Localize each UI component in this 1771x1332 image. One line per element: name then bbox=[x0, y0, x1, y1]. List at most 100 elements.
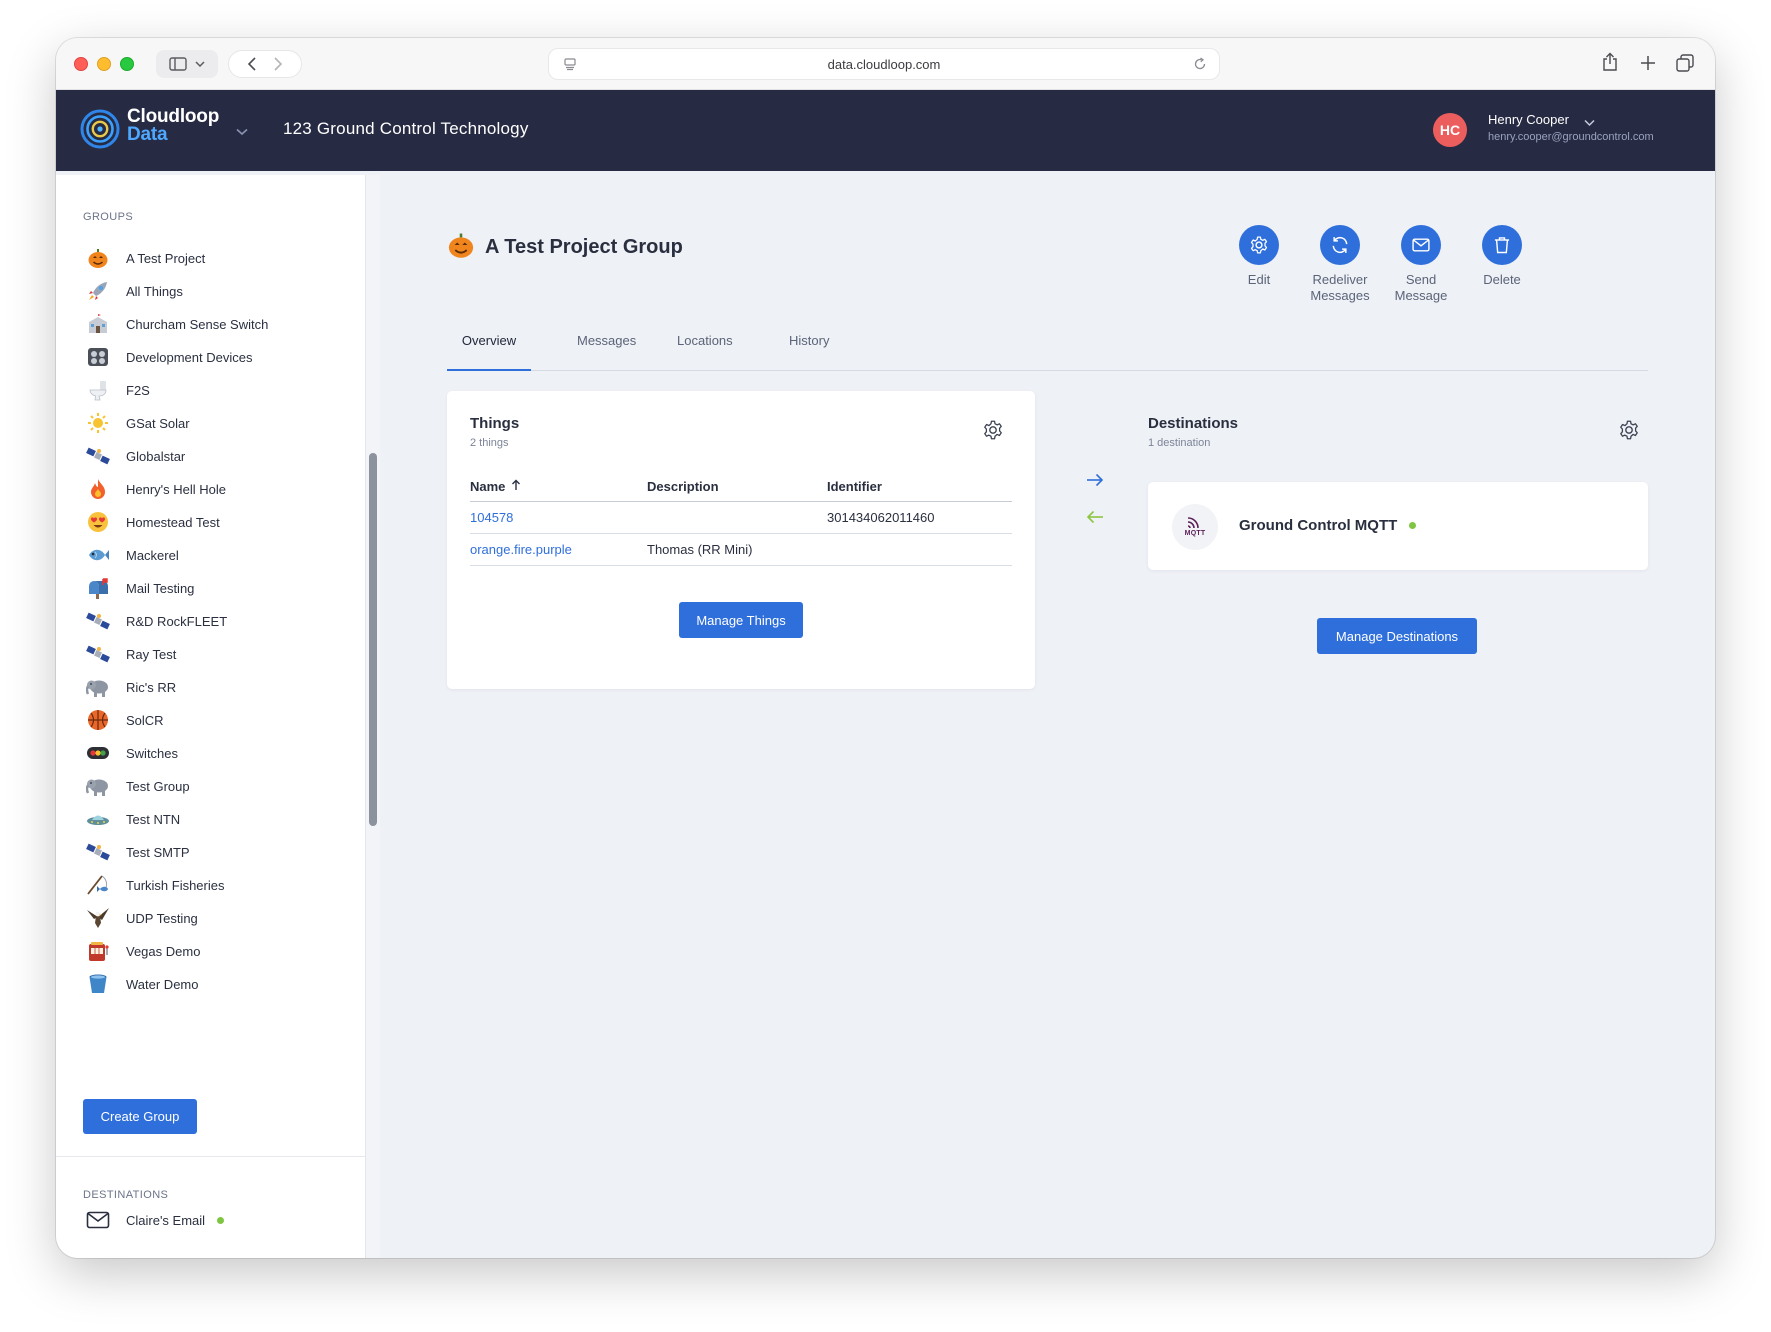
destination-card-ground-control-mqtt[interactable]: MQTT Ground Control MQTT bbox=[1148, 482, 1648, 570]
sidebar-divider bbox=[56, 1156, 365, 1157]
sidebar-item-label: Globalstar bbox=[126, 448, 186, 464]
elephant-icon bbox=[83, 674, 113, 700]
page-title: A Test Project Group bbox=[485, 236, 683, 258]
things-count: 2 things bbox=[470, 437, 509, 449]
sidebar-item-ray-test[interactable]: Ray Test bbox=[83, 640, 353, 668]
sidebar-item-rics-rr[interactable]: Ric's RR bbox=[83, 673, 353, 701]
destinations-heading: DESTINATIONS bbox=[83, 1189, 169, 1201]
sidebar-item-label: Turkish Fisheries bbox=[126, 877, 225, 893]
sidebar-item-label: Development Devices bbox=[126, 349, 253, 365]
organization-name[interactable]: 123 Ground Control Technology bbox=[283, 119, 529, 139]
sidebar-item-homestead-test[interactable]: Homestead Test bbox=[83, 508, 353, 536]
cloudloop-logo-icon[interactable] bbox=[80, 109, 120, 149]
bucket-icon bbox=[83, 971, 113, 997]
tab-overview-icon[interactable] bbox=[1676, 54, 1694, 77]
sidebar-item-water-demo[interactable]: Water Demo bbox=[83, 970, 353, 998]
sidebar-item-test-ntn[interactable]: Test NTN bbox=[83, 805, 353, 833]
sort-ascending-icon bbox=[511, 479, 521, 494]
browser-window: data.cloudloop.com Cloudloop Data 123 Gr… bbox=[56, 38, 1715, 1258]
history-navigation bbox=[228, 50, 302, 78]
sidebar-item-label: Ray Test bbox=[126, 646, 177, 662]
sidebar-item-switches[interactable]: Switches bbox=[83, 739, 353, 767]
table-row-divider bbox=[470, 565, 1012, 566]
ufo-icon bbox=[83, 806, 113, 832]
edit-label: Edit bbox=[1247, 272, 1271, 287]
sidebar-item-label: R&D RockFLEET bbox=[126, 613, 228, 629]
sidebar-item-label: UDP Testing bbox=[126, 910, 198, 926]
refresh-icon bbox=[1320, 225, 1360, 265]
sidebar-item-label: Ric's RR bbox=[126, 679, 177, 695]
sidebar-item-mail-testing[interactable]: Mail Testing bbox=[83, 574, 353, 602]
redeliver-messages-button[interactable]: Redeliver Messages bbox=[1300, 225, 1380, 304]
manage-things-button[interactable]: Manage Things bbox=[679, 602, 803, 638]
page-menu-icon[interactable] bbox=[563, 57, 577, 74]
forward-arrow-icon[interactable] bbox=[274, 57, 282, 71]
app-switcher-chevron-icon[interactable] bbox=[236, 123, 248, 141]
sidebar-item-henrys-hell-hole[interactable]: Henry's Hell Hole bbox=[83, 475, 353, 503]
send-message-button[interactable]: Send Message bbox=[1381, 225, 1461, 304]
sidebar-item-rd-rockfleet[interactable]: R&D RockFLEET bbox=[83, 607, 353, 635]
column-header-name[interactable]: Name bbox=[470, 479, 521, 494]
back-arrow-icon[interactable] bbox=[248, 57, 256, 71]
column-header-description[interactable]: Description bbox=[647, 479, 719, 494]
sidebar-item-label: Homestead Test bbox=[126, 514, 220, 530]
gear-icon[interactable] bbox=[982, 419, 1004, 446]
sidebar-item-mackerel[interactable]: Mackerel bbox=[83, 541, 353, 569]
user-name[interactable]: Henry Cooper bbox=[1488, 112, 1569, 127]
thing-name-link[interactable]: 104578 bbox=[470, 510, 513, 525]
sidebar-item-test-smtp[interactable]: Test SMTP bbox=[83, 838, 353, 866]
sidebar-item-turkish-fisheries[interactable]: Turkish Fisheries bbox=[83, 871, 353, 899]
user-menu-chevron-icon[interactable] bbox=[1584, 114, 1595, 132]
sidebar-toggle-button[interactable] bbox=[156, 50, 218, 78]
url-text: data.cloudloop.com bbox=[827, 56, 941, 72]
reload-icon[interactable] bbox=[1193, 57, 1207, 74]
sidebar-destination-claires-email[interactable]: Claire's Email bbox=[83, 1207, 225, 1233]
sidebar-item-vegas-demo[interactable]: Vegas Demo bbox=[83, 937, 353, 965]
share-icon[interactable] bbox=[1602, 52, 1618, 77]
edit-button[interactable]: Edit bbox=[1219, 225, 1299, 288]
sidebar-item-label: Test Group bbox=[126, 778, 190, 794]
sidebar-scrollbar-thumb[interactable] bbox=[369, 453, 377, 826]
sidebar-item-test-group[interactable]: Test Group bbox=[83, 772, 353, 800]
sidebar-item-solcr[interactable]: SolCR bbox=[83, 706, 353, 734]
tab-locations[interactable]: Locations bbox=[677, 333, 733, 371]
sidebar-item-label: Churcham Sense Switch bbox=[126, 316, 269, 332]
pumpkin-icon bbox=[447, 231, 475, 264]
brand-product: Data bbox=[127, 124, 168, 145]
minimize-window-button[interactable] bbox=[97, 57, 111, 71]
mailbox-icon bbox=[83, 575, 113, 601]
sidebar-item-label: SolCR bbox=[126, 712, 164, 728]
elephant-icon bbox=[83, 773, 113, 799]
page-header: A Test Project Group bbox=[447, 231, 683, 264]
tab-history[interactable]: History bbox=[789, 333, 829, 371]
zoom-window-button[interactable] bbox=[120, 57, 134, 71]
sidebar-item-f2s[interactable]: F2S bbox=[83, 376, 353, 404]
destinations-title: Destinations bbox=[1148, 415, 1239, 432]
close-window-button[interactable] bbox=[74, 57, 88, 71]
sidebar-item-label: A Test Project bbox=[126, 250, 206, 266]
address-bar[interactable]: data.cloudloop.com bbox=[548, 48, 1220, 80]
tab-messages[interactable]: Messages bbox=[577, 333, 636, 371]
brand-logo[interactable]: Cloudloop Data bbox=[127, 107, 219, 145]
status-indicator bbox=[217, 1216, 225, 1224]
sidebar-item-globalstar[interactable]: Globalstar bbox=[83, 442, 353, 470]
user-avatar[interactable]: HC bbox=[1433, 113, 1467, 147]
table-row-divider bbox=[470, 533, 1012, 534]
sidebar-item-churcham-sense-switch[interactable]: Churcham Sense Switch bbox=[83, 310, 353, 338]
delete-button[interactable]: Delete bbox=[1462, 225, 1542, 288]
tab-overview[interactable]: Overview bbox=[447, 333, 531, 371]
gear-icon[interactable] bbox=[1618, 419, 1640, 446]
envelope-icon bbox=[83, 1207, 113, 1233]
sidebar-item-udp-testing[interactable]: UDP Testing bbox=[83, 904, 353, 932]
sidebar-item-development-devices[interactable]: Development Devices bbox=[83, 343, 353, 371]
manage-destinations-button[interactable]: Manage Destinations bbox=[1317, 618, 1477, 654]
status-indicator bbox=[1409, 522, 1417, 529]
column-header-identifier[interactable]: Identifier bbox=[827, 479, 882, 494]
thing-name-link[interactable]: orange.fire.purple bbox=[470, 542, 572, 557]
things-title: Things bbox=[470, 415, 520, 432]
sidebar-item-a-test-project[interactable]: A Test Project bbox=[83, 244, 353, 272]
new-tab-icon[interactable] bbox=[1640, 55, 1656, 76]
sidebar-item-all-things[interactable]: All Things bbox=[83, 277, 353, 305]
sidebar-item-gsat-solar[interactable]: GSat Solar bbox=[83, 409, 353, 437]
create-group-button[interactable]: Create Group bbox=[83, 1099, 197, 1134]
